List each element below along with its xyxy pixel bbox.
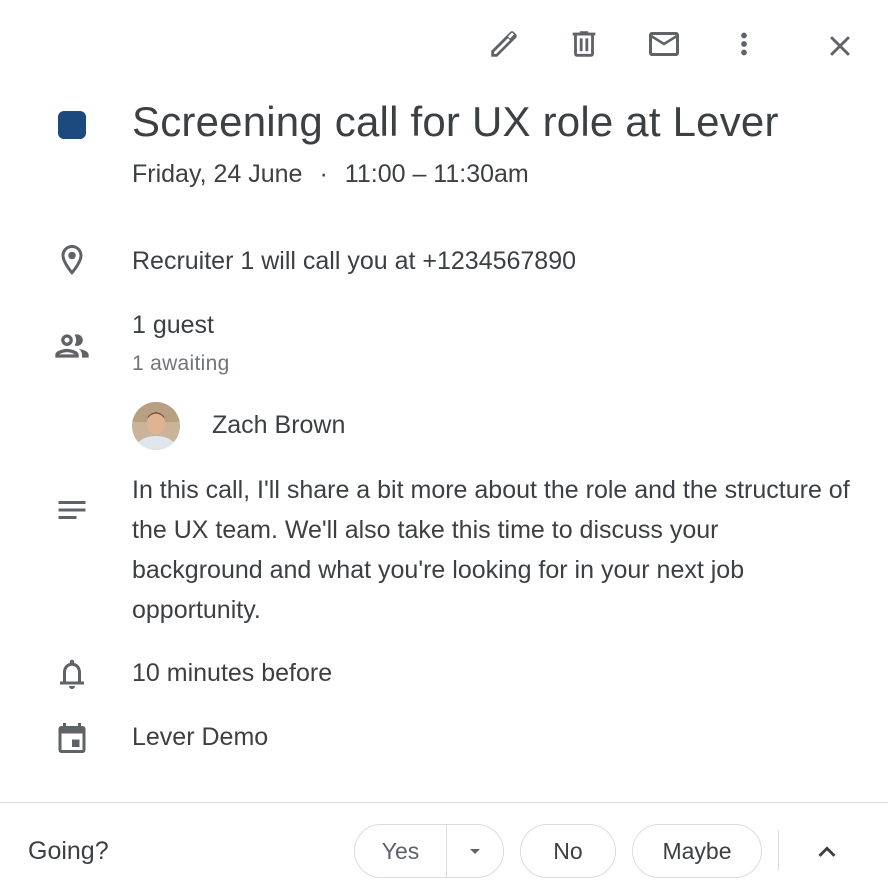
rsvp-maybe-button[interactable]: Maybe	[632, 824, 762, 878]
event-title: Screening call for UX role at Lever	[132, 98, 779, 145]
description-row-icon	[48, 492, 96, 528]
footer-vertical-divider	[778, 830, 779, 870]
location-pin-icon	[61, 245, 83, 275]
delete-button[interactable]	[560, 20, 608, 68]
event-reminder: 10 minutes before	[132, 659, 333, 687]
rsvp-yes-dropdown[interactable]	[447, 825, 503, 877]
guest-response-status: 1 awaiting	[132, 352, 230, 375]
notes-icon	[58, 501, 86, 519]
calendar-icon	[58, 723, 86, 753]
event-calendar: Lever Demo	[132, 723, 269, 751]
event-location: Recruiter 1 will call you at +1234567890	[132, 247, 577, 275]
expand-collapse-button[interactable]	[803, 828, 851, 876]
people-icon	[55, 334, 89, 358]
datetime-separator: ·	[319, 160, 328, 188]
close-icon	[830, 36, 850, 56]
location-row-icon	[48, 242, 96, 278]
guest-name[interactable]: Zach Brown	[212, 411, 345, 440]
event-date: Friday, 24 June	[132, 160, 303, 188]
more-options-button[interactable]	[720, 20, 768, 68]
calendar-row-icon	[48, 720, 96, 756]
event-description: In this call, I'll share a bit more abou…	[132, 476, 850, 624]
rsvp-yes-button[interactable]: Yes	[355, 825, 447, 877]
footer-divider	[0, 802, 888, 803]
guest-avatar-image	[132, 402, 180, 450]
close-button[interactable]	[816, 22, 864, 70]
more-vert-icon	[741, 32, 747, 56]
bell-icon	[60, 659, 84, 689]
guests-row-icon	[48, 326, 96, 366]
reminder-row-icon	[48, 656, 96, 692]
rsvp-no-button[interactable]: No	[520, 824, 616, 878]
email-guests-button[interactable]	[640, 20, 688, 68]
envelope-icon	[649, 32, 679, 56]
trash-icon	[572, 31, 596, 57]
dropdown-arrow-icon	[470, 849, 480, 854]
rsvp-yes-group: Yes	[354, 824, 504, 878]
chevron-up-icon	[818, 846, 836, 857]
event-datetime: Friday, 24 June · 11:00 – 11:30am	[132, 160, 529, 189]
guest-count: 1 guest	[132, 311, 215, 339]
event-time: 11:00 – 11:30am	[344, 160, 529, 188]
avatar[interactable]	[132, 402, 180, 450]
calendar-color-chip	[58, 111, 86, 139]
pencil-icon	[491, 31, 517, 57]
edit-button[interactable]	[480, 20, 528, 68]
rsvp-label: Going?	[28, 837, 109, 865]
